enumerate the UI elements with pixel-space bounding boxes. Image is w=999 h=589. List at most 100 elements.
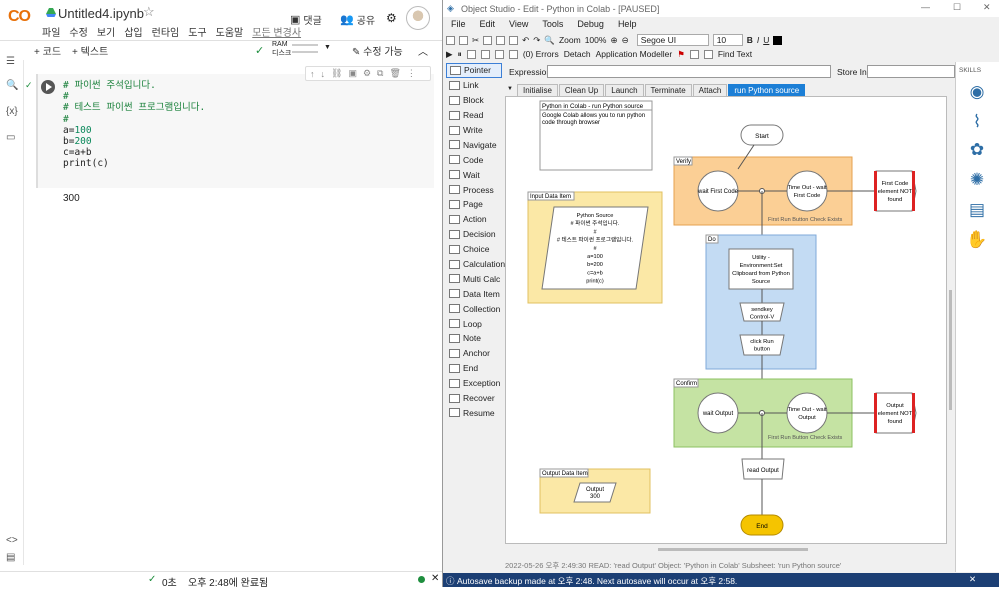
page-tab[interactable]: run Python source [728, 84, 806, 96]
flag-icon[interactable]: ⚑ [677, 49, 685, 60]
toc-icon[interactable]: ☰ [6, 56, 15, 67]
gear-icon[interactable]: ⚙ [386, 11, 397, 25]
colab-logo[interactable]: CO [8, 8, 31, 26]
tool-resume[interactable]: Resume [446, 405, 502, 420]
chevron-up-icon[interactable]: ︿ [418, 43, 428, 58]
tool-code[interactable]: Code [446, 152, 502, 167]
menu-help[interactable]: Help [618, 19, 637, 29]
tool-read[interactable]: Read [446, 108, 502, 123]
diagram-canvas[interactable]: Python in Colab - run Python source Goog… [505, 96, 947, 544]
paste-icon[interactable] [496, 35, 506, 45]
menu-view[interactable]: 보기 [97, 24, 115, 39]
add-text-button[interactable]: + 텍스트 [72, 43, 108, 58]
tool-recover[interactable]: Recover [446, 391, 502, 406]
errors-button[interactable]: (0) Errors [523, 49, 559, 59]
link-icon[interactable]: ⛓ [331, 68, 342, 79]
step-into-icon[interactable] [480, 49, 490, 59]
run-cell-button[interactable] [41, 80, 55, 94]
code-snippets-icon[interactable]: <> [6, 535, 18, 546]
tool-multi-calc[interactable]: Multi Calc [446, 271, 502, 286]
italic-button[interactable]: I [757, 35, 759, 45]
code-editor[interactable]: # 파이썬 주석입니다. # # 테스트 파이썬 프로그램입니다. # a=100 b=2… [63, 80, 205, 170]
underline-button[interactable]: U [763, 35, 769, 45]
find-text-label[interactable]: Find Text [718, 49, 752, 59]
menu-debug[interactable]: Debug [577, 19, 604, 29]
vertical-scrollbar[interactable] [949, 290, 952, 410]
team-icon[interactable]: ✿ [964, 140, 990, 162]
tool-note[interactable]: Note [446, 331, 502, 346]
search-icon[interactable]: 🔍 [544, 35, 555, 46]
font-size-select[interactable]: 10 [712, 34, 743, 46]
chevron-down-icon[interactable]: ▼ [324, 44, 331, 51]
menu-edit[interactable]: 수정 [69, 24, 87, 39]
more-icon[interactable]: ⋮ [407, 68, 416, 79]
command-palette-icon[interactable]: ▤ [6, 552, 15, 563]
comment-button[interactable]: ▣ 댓글 [290, 12, 322, 27]
menu-tools[interactable]: Tools [542, 19, 563, 29]
store-in-input[interactable] [867, 65, 955, 78]
info-note[interactable] [539, 100, 653, 171]
cut-icon[interactable]: ✂ [472, 35, 479, 46]
zoom-in-icon[interactable]: ⊕ [610, 35, 617, 46]
menu-edit[interactable]: Edit [480, 19, 496, 29]
horizontal-scrollbar[interactable] [658, 548, 808, 551]
tool-exception[interactable]: Exception [446, 376, 502, 391]
chart-icon[interactable]: ⌇ [964, 112, 990, 134]
delete-icon[interactable]: 🗑 [389, 68, 400, 79]
add-code-button[interactable]: + 코드 [34, 43, 61, 58]
move-down-icon[interactable]: ↓ [321, 69, 326, 79]
files-icon[interactable]: ▭ [6, 132, 15, 143]
close-bar-icon[interactable]: ✕ [969, 574, 976, 585]
tool-block[interactable]: Block [446, 93, 502, 108]
tool-process[interactable]: Process [446, 182, 502, 197]
settings-icon[interactable]: ⚙ [363, 68, 371, 79]
page-tab[interactable]: Attach [692, 84, 728, 96]
menu-runtime[interactable]: 런타임 [152, 24, 180, 39]
edit-mode-button[interactable]: ✎ 수정 가능 [352, 43, 403, 58]
menu-view[interactable]: View [509, 19, 528, 29]
timeout-output-stage[interactable] [786, 392, 828, 434]
tool-collection[interactable]: Collection [446, 301, 502, 316]
tool-data-item[interactable]: Data Item [446, 286, 502, 301]
tool-loop[interactable]: Loop [446, 316, 502, 331]
redo-icon[interactable]: ↷ [533, 35, 540, 46]
notebook-title[interactable]: Untitled4.ipynb [58, 6, 144, 21]
copy-icon[interactable] [483, 35, 493, 45]
menu-tools[interactable]: 도구 [188, 24, 206, 39]
search-icon[interactable]: 🔍 [6, 80, 18, 91]
eye-icon[interactable]: ◉ [964, 82, 990, 104]
page-tab[interactable]: Terminate [644, 84, 692, 96]
font-select[interactable]: Segoe UI [636, 34, 709, 46]
step-over-icon[interactable] [494, 49, 504, 59]
close-icon[interactable]: ✕ [431, 573, 439, 584]
comment-cell-icon[interactable]: ▣ [348, 68, 357, 79]
tool-choice[interactable]: Choice [446, 242, 502, 257]
share-button[interactable]: 👥 공유 [340, 12, 375, 27]
page-tab[interactable]: Launch [605, 84, 644, 96]
zoom-select[interactable]: 100% [585, 35, 607, 45]
maximize-button[interactable]: ☐ [953, 2, 961, 13]
page-tab[interactable]: Initialise [517, 84, 558, 96]
menu-file[interactable]: File [451, 19, 466, 29]
tool-calculation[interactable]: Calculation [446, 257, 505, 272]
pause-icon[interactable]: ⏸ [458, 49, 462, 60]
tool-link[interactable]: Link [446, 78, 502, 93]
avatar[interactable] [406, 6, 430, 30]
tool-navigate[interactable]: Navigate [446, 137, 502, 152]
detach-button[interactable]: Detach [564, 49, 591, 59]
process-diagram[interactable]: Python in Colab - run Python source Goog… [506, 97, 947, 544]
grid-icon[interactable] [703, 49, 713, 59]
application-modeller-button[interactable]: Application Modeller [596, 49, 673, 59]
hand-icon[interactable]: ✋ [964, 230, 990, 252]
tool-decision[interactable]: Decision [446, 227, 502, 242]
play-icon[interactable]: ▶ [446, 49, 453, 60]
menu-file[interactable]: 파일 [42, 24, 60, 39]
move-up-icon[interactable]: ↑ [310, 69, 315, 79]
undo-icon[interactable]: ↶ [522, 35, 529, 46]
tool-end[interactable]: End [446, 361, 502, 376]
bulb-icon[interactable]: ✺ [964, 170, 990, 192]
star-icon[interactable]: ☆ [143, 4, 155, 20]
tool-anchor[interactable]: Anchor [446, 346, 502, 361]
bold-button[interactable]: B [747, 35, 753, 45]
expression-input[interactable] [547, 65, 831, 78]
